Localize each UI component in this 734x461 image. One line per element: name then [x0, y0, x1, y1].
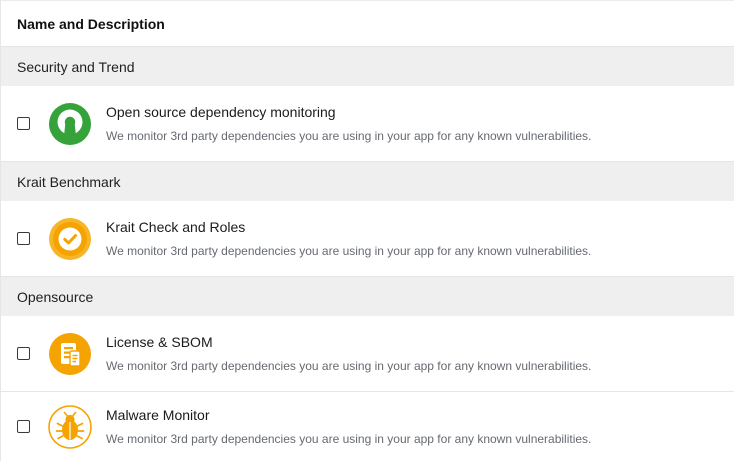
item-title: Krait Check and Roles [106, 219, 246, 235]
item-description: We monitor 3rd party dependencies you ar… [106, 359, 592, 373]
group-header-opensource: Opensource [1, 277, 734, 316]
bug-icon [48, 404, 92, 449]
list-item-license-and-sbom: License & SBOM We monitor 3rd party depe… [1, 316, 734, 392]
group-header-krait-benchmark: Krait Benchmark [1, 162, 734, 201]
select-checkbox[interactable] [17, 232, 30, 245]
select-checkbox[interactable] [17, 347, 30, 360]
item-title: Malware Monitor [106, 407, 210, 423]
item-text: Malware Monitor We monitor 3rd party dep… [106, 407, 591, 446]
column-header-label: Name and Description [17, 15, 165, 32]
item-text: Open source dependency monitoring We mon… [106, 104, 591, 143]
group-header-security-and-trend: Security and Trend [1, 47, 734, 86]
select-checkbox[interactable] [17, 117, 30, 130]
list-item-open-source-dependency-monitoring: Open source dependency monitoring We mon… [1, 86, 734, 162]
item-title: License & SBOM [106, 334, 213, 350]
item-description: We monitor 3rd party dependencies you ar… [106, 432, 592, 446]
column-header: Name and Description [1, 0, 734, 47]
item-text: Krait Check and Roles We monitor 3rd par… [106, 219, 591, 258]
item-description: We monitor 3rd party dependencies you ar… [106, 129, 592, 143]
features-table: Name and Description Security and Trend … [0, 0, 734, 461]
list-item-malware-monitor: Malware Monitor We monitor 3rd party dep… [1, 392, 734, 461]
license-document-icon [48, 332, 92, 376]
open-source-icon [48, 102, 92, 146]
check-badge-icon [48, 217, 92, 261]
group-label: Krait Benchmark [17, 173, 121, 190]
item-title: Open source dependency monitoring [106, 104, 336, 120]
item-text: License & SBOM We monitor 3rd party depe… [106, 334, 591, 373]
group-label: Opensource [17, 288, 94, 305]
select-checkbox[interactable] [17, 420, 30, 433]
list-item-krait-check-and-roles: Krait Check and Roles We monitor 3rd par… [1, 201, 734, 277]
item-description: We monitor 3rd party dependencies you ar… [106, 244, 592, 258]
group-label: Security and Trend [17, 58, 135, 75]
